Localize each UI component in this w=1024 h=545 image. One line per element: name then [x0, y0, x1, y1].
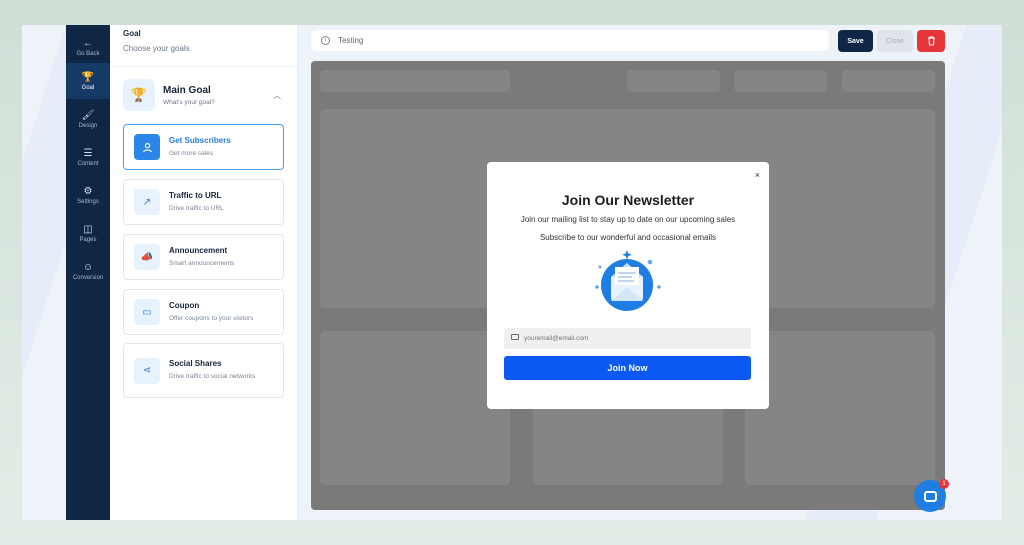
goal-panel: Goal Choose your goals 🏆 Main Goal What'… — [110, 25, 298, 520]
placeholder-block — [734, 70, 827, 92]
goal-subtitle: Smart announcements — [169, 259, 235, 267]
user-icon — [134, 134, 160, 160]
rail-item-go-back[interactable]: ← Go Back — [66, 29, 110, 65]
popup-title: Join Our Newsletter — [561, 192, 695, 208]
goal-subtitle: Drive traffic to URL — [169, 204, 224, 212]
rail-item-design[interactable]: 🖌 Design — [66, 101, 110, 137]
mail-icon — [511, 334, 519, 340]
goal-subtitle: Get more sales — [169, 149, 214, 157]
divider — [110, 66, 297, 67]
trash-icon — [927, 36, 935, 46]
panel-title: Goal — [123, 29, 141, 38]
trophy-icon: 🏆 — [81, 71, 95, 83]
email-field[interactable] — [504, 328, 751, 349]
join-now-button[interactable]: Join Now — [504, 356, 751, 380]
goal-subtitle: Offer coupons to your visitors — [169, 314, 254, 322]
rail-item-label: Content — [77, 160, 99, 167]
nav-rail: ← Go Back 🏆 Goal 🖌 Design ☰ Content ⚙ Se… — [66, 25, 110, 520]
goal-card-traffic-to-url[interactable]: ↗ Traffic to URL Drive traffic to URL — [123, 179, 284, 225]
brush-icon: 🖌 — [81, 109, 95, 121]
rail-item-label: Pages — [79, 236, 97, 243]
envelope-icon — [595, 250, 661, 311]
goal-title: Social Shares — [169, 359, 222, 368]
main-goal-accordion[interactable]: 🏆 Main Goal What's your goal? ︿ — [123, 71, 283, 119]
megaphone-icon: 📣 — [134, 244, 160, 270]
placeholder-block — [627, 70, 720, 92]
goal-card-announcement[interactable]: 📣 Announcement Smart announcements — [123, 234, 284, 280]
rail-item-pages[interactable]: ◫ Pages — [66, 215, 110, 251]
ticket-icon: ▭ — [134, 299, 160, 325]
people-icon: ☺ — [82, 261, 94, 273]
popup-description: Subscribe to our wonderful and occasiona… — [539, 233, 717, 242]
arrow-left-icon: ← — [83, 37, 93, 49]
rail-item-settings[interactable]: ⚙ Settings — [66, 177, 110, 213]
rail-item-label: Go Back — [76, 50, 100, 57]
trophy-icon: 🏆 — [123, 79, 155, 111]
page-name-bar[interactable]: i Testing — [311, 30, 829, 51]
sliders-icon: ⚙ — [83, 185, 93, 197]
delete-button[interactable] — [917, 30, 945, 52]
goal-title: Get Subscribers — [169, 135, 231, 145]
main-goal-title: Main Goal — [163, 84, 211, 96]
chevron-up-icon: ︿ — [273, 90, 281, 100]
app-frame: ← Go Back 🏆 Goal 🖌 Design ☰ Content ⚙ Se… — [22, 25, 1002, 520]
content-icon: ☰ — [83, 147, 93, 159]
close-button[interactable]: Close — [877, 30, 913, 52]
rail-item-label: Settings — [77, 198, 99, 205]
save-button[interactable]: Save — [838, 30, 873, 52]
rail-item-label: Design — [78, 122, 98, 129]
popup-description: Join our mailing list to stay up to date… — [520, 215, 736, 224]
newsletter-popup: × Join Our Newsletter Join our mailing l… — [487, 162, 769, 409]
placeholder-block — [745, 331, 935, 485]
placeholder-block — [842, 70, 935, 92]
rail-item-goal[interactable]: 🏆 Goal — [66, 63, 110, 99]
close-icon[interactable]: × — [755, 170, 760, 180]
main-goal-subtitle: What's your goal? — [163, 98, 215, 106]
goal-card-get-subscribers[interactable]: Get Subscribers Get more sales — [123, 124, 284, 170]
page-name: Testing — [338, 36, 364, 45]
goal-title: Coupon — [169, 300, 200, 310]
goal-subtitle: Drive traffic to social networks — [169, 373, 256, 380]
panel-header: Goal Choose your goals — [123, 29, 190, 53]
placeholder-block — [320, 331, 510, 485]
chat-icon — [923, 490, 937, 502]
goal-card-social-shares[interactable]: ⋖ Social Shares Drive traffic to social … — [123, 343, 284, 398]
goal-title: Announcement — [169, 245, 228, 255]
pages-icon: ◫ — [83, 223, 93, 235]
trend-up-icon: ↗ — [134, 189, 160, 215]
share-icon: ⋖ — [134, 357, 160, 384]
goal-title: Traffic to URL — [169, 190, 222, 200]
notification-badge: 1 — [939, 479, 949, 489]
rail-item-content[interactable]: ☰ Content — [66, 139, 110, 175]
rail-item-label: Conversion — [72, 274, 104, 281]
panel-subtitle: Choose your goals — [123, 44, 190, 53]
info-icon: i — [321, 36, 330, 45]
rail-item-conversion[interactable]: ☺ Conversion — [66, 253, 110, 289]
goal-card-coupon[interactable]: ▭ Coupon Offer coupons to your visitors — [123, 289, 284, 335]
rail-item-label: Goal — [81, 84, 95, 91]
placeholder-block — [320, 70, 510, 92]
